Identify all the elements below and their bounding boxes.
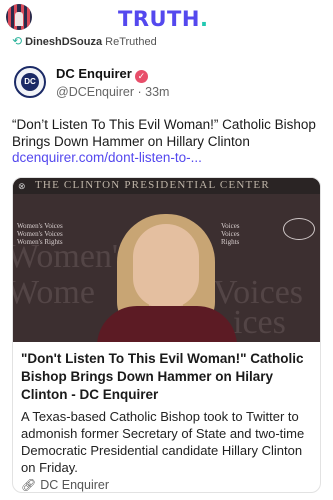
truth-logo[interactable]: TRUTH. [118,7,208,31]
image-sign-left: Women's Voices Women's Voices Women's Ri… [17,222,63,246]
image-seal [283,218,315,240]
post-time[interactable]: 33m [145,85,169,99]
retruth-user[interactable]: DineshDSouza [25,36,102,48]
retruth-notice: ⟲ DineshDSouza ReTruthed [12,34,157,48]
top-bar: TRUTH. [0,0,333,34]
user-avatar[interactable] [6,4,32,30]
account-name[interactable]: DC Enquirer ✓ [56,66,148,83]
account-avatar[interactable]: DC [14,66,46,98]
card-description: A Texas-based Catholic Bishop took to Tw… [21,409,305,475]
card-source[interactable]: 🔗︎ DC Enquirer [21,478,109,492]
account-meta: @DCEnquirer · 33m [56,85,169,99]
link-icon: 🔗︎ [21,478,37,492]
link-preview-card[interactable]: Women's Wome Voices ices ⊗ THE CLINTON P… [12,177,321,493]
post-link[interactable]: dcenquirer.com/dont-listen-to-... [12,150,202,165]
person-face [133,224,199,308]
verified-icon: ✓ [134,70,148,83]
meta-separator: · [137,85,142,99]
image-banner: ⊗ THE CLINTON PRESIDENTIAL CENTER [13,178,320,194]
post-text: “Don’t Listen To This Evil Woman!” Catho… [12,117,316,149]
retruth-action: ReTruthed [105,36,157,48]
retruth-icon: ⟲ [12,34,23,48]
image-sign-right: Voices Voices Rights [221,222,240,246]
card-image[interactable]: Women's Wome Voices ices ⊗ THE CLINTON P… [13,178,320,342]
account-handle[interactable]: @DCEnquirer [56,85,134,99]
card-title[interactable]: "Don't Listen To This Evil Woman!" Catho… [21,350,315,404]
image-badge-icon: ⊗ [18,181,26,191]
person-shirt [97,306,237,342]
account-avatar-text: DC [24,77,36,86]
